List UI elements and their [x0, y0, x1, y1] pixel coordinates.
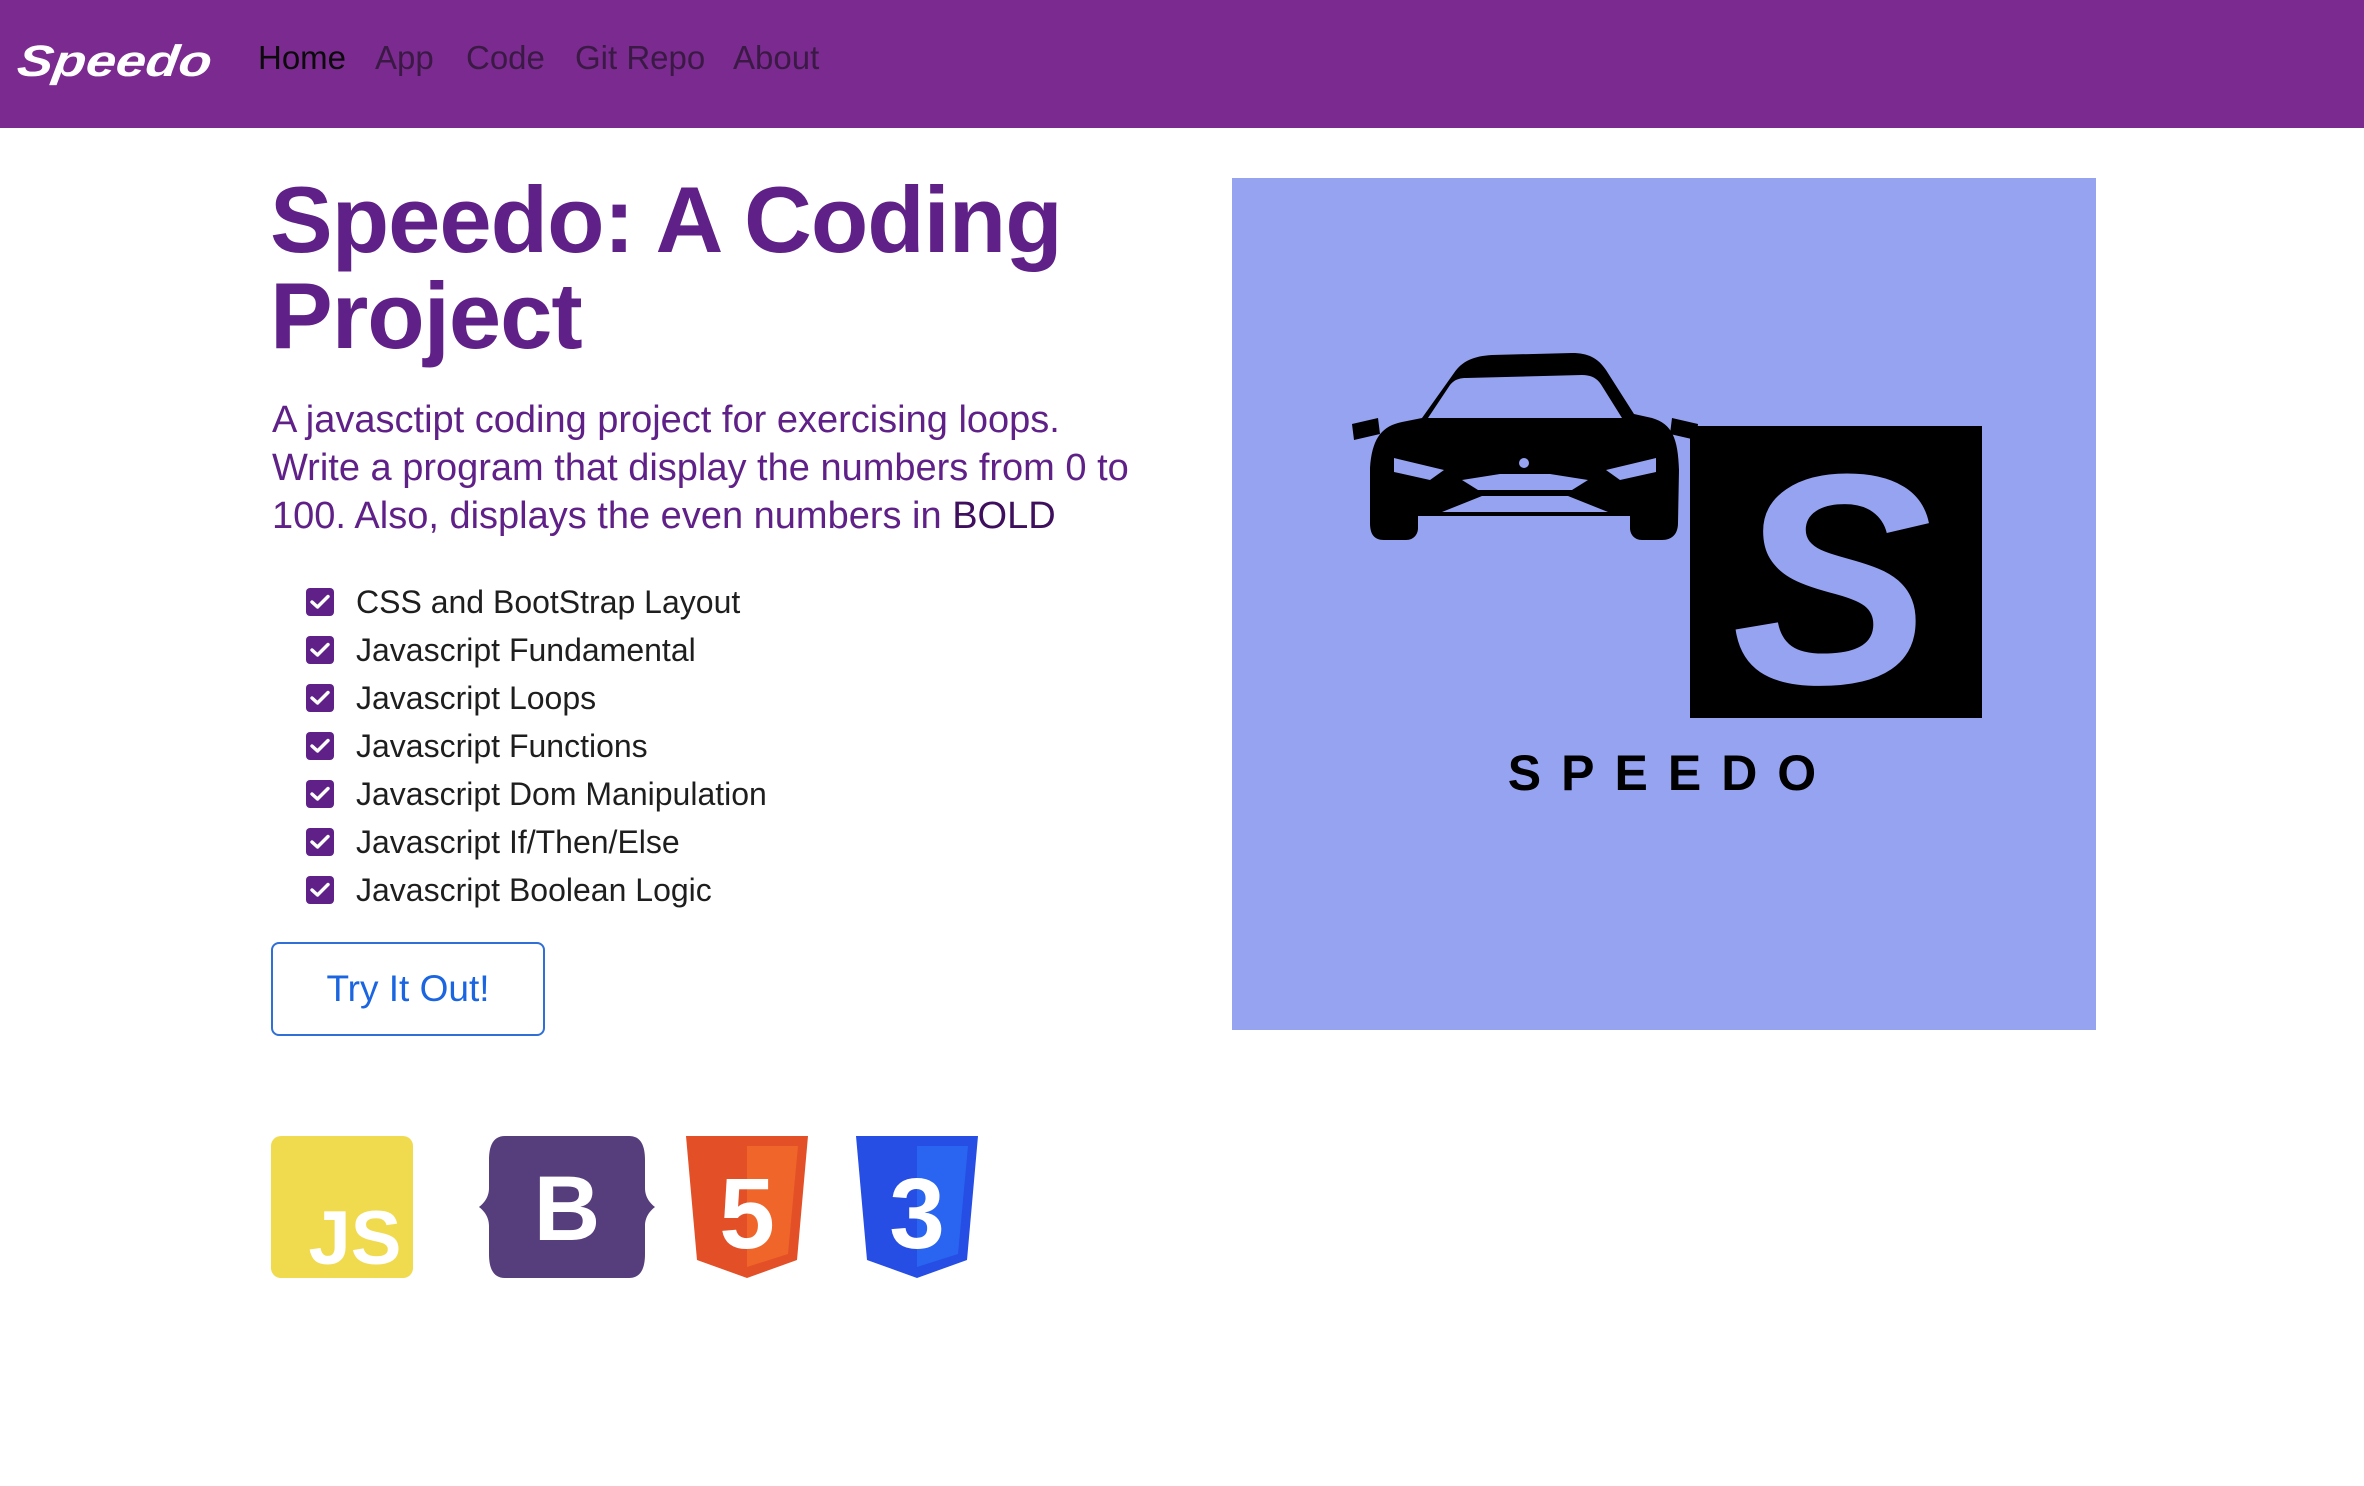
checklist-item: Javascript Functions [306, 722, 767, 770]
monogram-letter: S [1732, 411, 1934, 747]
css3-icon: 3 [856, 1136, 978, 1278]
checklist-item: CSS and BootStrap Layout [306, 578, 767, 626]
brand-logo[interactable]: Speedo [14, 32, 214, 86]
javascript-icon: JS [271, 1136, 413, 1278]
checklist-item: Javascript Boolean Logic [306, 866, 767, 914]
checkbox-checked-icon [306, 876, 334, 904]
brand-text: Speedo [14, 37, 214, 86]
checklist-item-label: CSS and BootStrap Layout [356, 583, 741, 620]
page-title: Speedo: A Coding Project [270, 167, 1063, 368]
checkbox-checked-icon [306, 828, 334, 856]
checklist-item-label: Javascript Boolean Logic [356, 871, 712, 908]
checkbox-checked-icon [306, 684, 334, 712]
hero-description: A javasctipt coding project for exercisi… [272, 396, 1132, 540]
try-it-out-button[interactable]: Try It Out! [271, 942, 545, 1036]
logo-wordmark: SPEEDO [1508, 745, 1836, 801]
checklist-item: Javascript Dom Manipulation [306, 770, 767, 818]
checklist-item: Javascript Loops [306, 674, 767, 722]
bootstrap-icon-label: B [534, 1158, 600, 1260]
checklist-item-label: Javascript If/Then/Else [356, 823, 680, 860]
checkbox-checked-icon [306, 588, 334, 616]
car-icon [1352, 353, 1698, 540]
nav-about-link[interactable]: About [733, 38, 819, 78]
checkbox-checked-icon [306, 636, 334, 664]
skills-checklist: CSS and BootStrap Layout Javascript Fund… [306, 578, 767, 914]
nav-code-link[interactable]: Code [466, 38, 545, 78]
html5-icon-label: 5 [719, 1158, 775, 1270]
checkbox-checked-icon [306, 780, 334, 808]
checklist-item-label: Javascript Functions [356, 727, 648, 764]
nav-home-link[interactable]: Home [258, 38, 346, 78]
css3-icon-label: 3 [889, 1158, 945, 1270]
checkbox-checked-icon [306, 732, 334, 760]
top-navbar: Speedo Home App Code Git Repo About [0, 0, 2364, 128]
bootstrap-icon: B [479, 1136, 655, 1278]
javascript-icon-label: JS [309, 1196, 402, 1278]
hero-description-bold: BOLD [952, 495, 1056, 537]
checklist-item-label: Javascript Dom Manipulation [356, 775, 767, 812]
nav-git-repo-link[interactable]: Git Repo [575, 38, 705, 78]
speedo-logo-image: S SPEEDO [1232, 178, 2096, 1030]
checklist-item: Javascript If/Then/Else [306, 818, 767, 866]
checklist-item-label: Javascript Loops [356, 679, 597, 716]
checklist-item: Javascript Fundamental [306, 626, 767, 674]
html5-icon: 5 [686, 1136, 808, 1278]
nav-app-link[interactable]: App [375, 38, 434, 78]
checklist-item-label: Javascript Fundamental [356, 631, 696, 668]
speedo-logo-graphic: S SPEEDO [1352, 353, 1982, 801]
